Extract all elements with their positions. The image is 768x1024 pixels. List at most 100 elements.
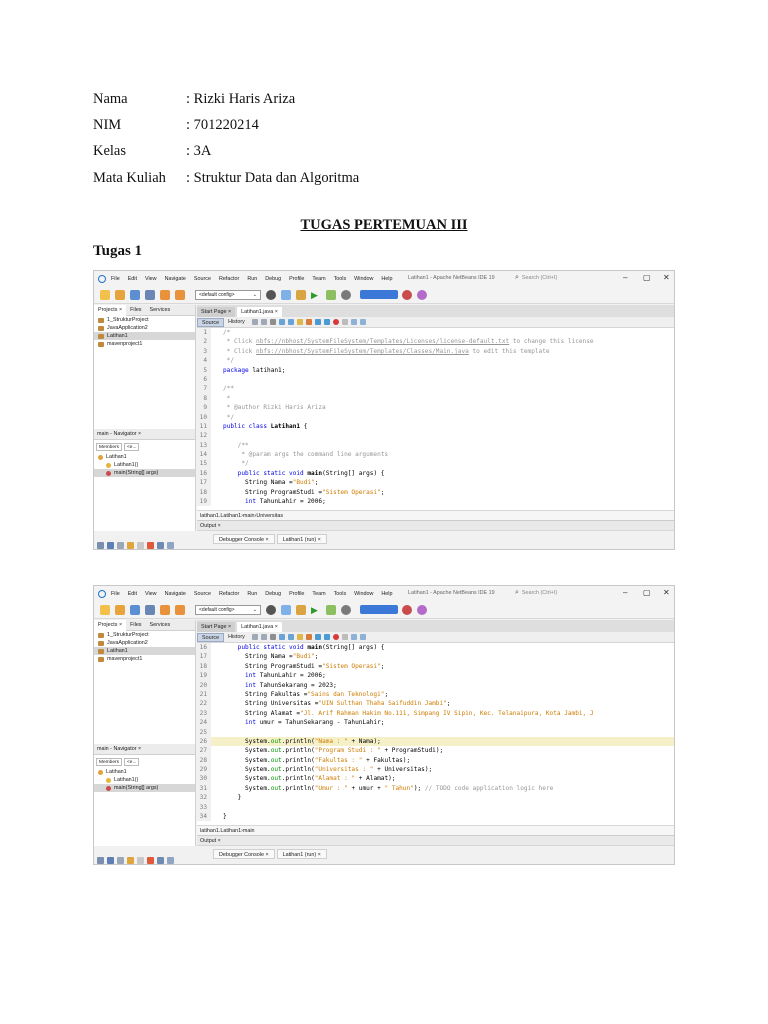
code-line[interactable]: 34} [197, 812, 674, 822]
stop-macro-icon[interactable] [341, 634, 348, 640]
nav-item[interactable]: main(String[] args) [94, 784, 195, 792]
menu-item-edit[interactable]: Edit [128, 591, 137, 597]
tree-item[interactable]: 1_StrukturProject [94, 631, 195, 639]
tree-item[interactable]: mavenproject1 [94, 655, 195, 663]
history-icon[interactable] [167, 541, 174, 549]
code-line[interactable]: 5 package latihan1; [197, 365, 674, 375]
code-line[interactable]: 14 * @param args the command line argume… [197, 450, 674, 460]
menu-item-file[interactable]: File [111, 276, 120, 282]
search-box[interactable]: ⌕ Search (Ctrl+I) [515, 588, 595, 598]
menu-item-profile[interactable]: Profile [289, 591, 304, 597]
history-tab[interactable]: History [224, 318, 249, 327]
run-icon[interactable]: ▶ [311, 290, 321, 300]
code-line[interactable]: 27 System.out.println("Program Studi : "… [197, 746, 674, 756]
nav-item[interactable]: Latihan1 [94, 453, 195, 461]
maximize-icon[interactable]: ▢ [643, 588, 651, 597]
tree-item[interactable]: Latihan1 [94, 647, 195, 655]
find-icon[interactable] [269, 634, 276, 640]
code-line[interactable]: 2 * Click nbfs://nbhost/SystemFileSystem… [197, 337, 674, 347]
tab-latihan1-java[interactable]: Latihan1.java × [237, 622, 282, 632]
code-line[interactable]: 9 * @author Rizki Haris Ariza [197, 403, 674, 413]
tab-services[interactable]: Services [146, 622, 175, 628]
undo-icon[interactable] [160, 604, 170, 615]
bookmark-icon[interactable] [305, 634, 312, 640]
code-line[interactable]: 30 System.out.println("Alamat : " + Alam… [197, 774, 674, 784]
tab-debugger-console[interactable]: Debugger Console × [213, 849, 275, 859]
menu-item-source[interactable]: Source [194, 591, 211, 597]
tab-latihan1-run[interactable]: Latihan1 (run) × [276, 534, 327, 544]
code-line[interactable]: 6 [197, 374, 674, 385]
members-select[interactable]: Members [96, 442, 122, 451]
find-next-icon[interactable] [287, 319, 294, 325]
nav-item[interactable]: Latihan1() [94, 461, 195, 469]
debug-icon[interactable] [326, 289, 336, 300]
menu-item-file[interactable]: File [111, 591, 120, 597]
menu-item-navigate[interactable]: Navigate [165, 276, 186, 282]
breadcrumb-item[interactable]: latihan1.Latihan1 [200, 828, 241, 834]
tab-start-page[interactable]: Start Page × [197, 307, 236, 317]
settings-icon[interactable] [266, 604, 276, 615]
tab-latihan1-run[interactable]: Latihan1 (run) × [276, 849, 327, 859]
uncomment-icon[interactable] [359, 634, 366, 640]
code-line[interactable]: 20 int TahunSekarang = 2023; [197, 680, 674, 690]
minimize-icon[interactable]: – [623, 273, 627, 282]
code-line[interactable]: 18 String ProgramStudi ="Sistem Operasi"… [197, 487, 674, 498]
notifications-icon[interactable] [127, 856, 134, 864]
tasks-icon[interactable] [117, 541, 124, 549]
back-icon[interactable] [251, 319, 258, 325]
code-line[interactable]: 23 String Alamat ="Jl. Arif Rahman Hakim… [197, 708, 674, 719]
uncomment-icon[interactable] [359, 319, 366, 325]
menu-item-refactor[interactable]: Refactor [219, 276, 239, 282]
find-prev-icon[interactable] [278, 319, 285, 325]
code-line[interactable]: 25 [197, 727, 674, 737]
close-icon[interactable]: ✕ [663, 588, 670, 597]
pause-icon[interactable] [417, 604, 427, 615]
tree-item[interactable]: JavaApplication2 [94, 324, 195, 332]
code-line[interactable]: 11 public class Latihan1 { [197, 421, 674, 432]
notifications-icon[interactable] [127, 541, 134, 549]
forward-icon[interactable] [260, 634, 267, 640]
clean-build-icon[interactable] [296, 604, 306, 615]
comment-icon[interactable] [350, 634, 357, 640]
code-line[interactable]: 16 public static void main(String[] args… [197, 468, 674, 479]
menu-item-team[interactable]: Team [312, 591, 325, 597]
open-project-icon[interactable] [130, 289, 140, 300]
gc-icon[interactable] [402, 289, 412, 300]
memory-indicator[interactable] [360, 605, 398, 614]
code-line[interactable]: 22 String Universitas ="UIN Sulthan Thah… [197, 699, 674, 709]
open-project-icon[interactable] [130, 604, 140, 615]
terminal-icon[interactable] [107, 856, 114, 864]
minimize-icon[interactable]: – [623, 588, 627, 597]
menu-item-run[interactable]: Run [247, 591, 257, 597]
code-line[interactable]: 29 System.out.println("Universitas : " +… [197, 765, 674, 775]
tab-projects[interactable]: Projects × [94, 304, 127, 316]
tab-debugger-console[interactable]: Debugger Console × [213, 534, 275, 544]
breadcrumb-item[interactable]: main [243, 513, 255, 519]
tab-files[interactable]: Files [126, 307, 145, 313]
breadcrumb-item[interactable]: main [243, 828, 255, 834]
services-icon[interactable] [157, 856, 164, 864]
save-all-icon[interactable] [145, 289, 155, 300]
find-prev-icon[interactable] [278, 634, 285, 640]
record-macro-icon[interactable] [332, 634, 339, 640]
code-line[interactable]: 26 System.out.println("Nama : " + Nama); [197, 736, 674, 747]
gc-icon[interactable] [402, 604, 412, 615]
settings-icon[interactable] [266, 289, 276, 300]
pause-icon[interactable] [417, 289, 427, 300]
shift-right-icon[interactable] [323, 634, 330, 640]
find-next-icon[interactable] [287, 634, 294, 640]
tab-files[interactable]: Files [126, 622, 145, 628]
save-all-icon[interactable] [145, 604, 155, 615]
code-line[interactable]: 18 String ProgramStudi ="Sistem Operasi"… [197, 661, 674, 672]
breadcrumb-item[interactable]: Universitas [256, 513, 283, 519]
menu-item-tools[interactable]: Tools [334, 591, 347, 597]
tree-item[interactable]: JavaApplication2 [94, 639, 195, 647]
comment-icon[interactable] [350, 319, 357, 325]
maximize-icon[interactable]: ▢ [643, 273, 651, 282]
nav-item[interactable]: Latihan1() [94, 776, 195, 784]
find-icon[interactable] [269, 319, 276, 325]
menu-item-run[interactable]: Run [247, 276, 257, 282]
memory-indicator[interactable] [360, 290, 398, 299]
tree-item[interactable]: Latihan1 [94, 332, 195, 340]
output-icon[interactable] [97, 856, 104, 864]
